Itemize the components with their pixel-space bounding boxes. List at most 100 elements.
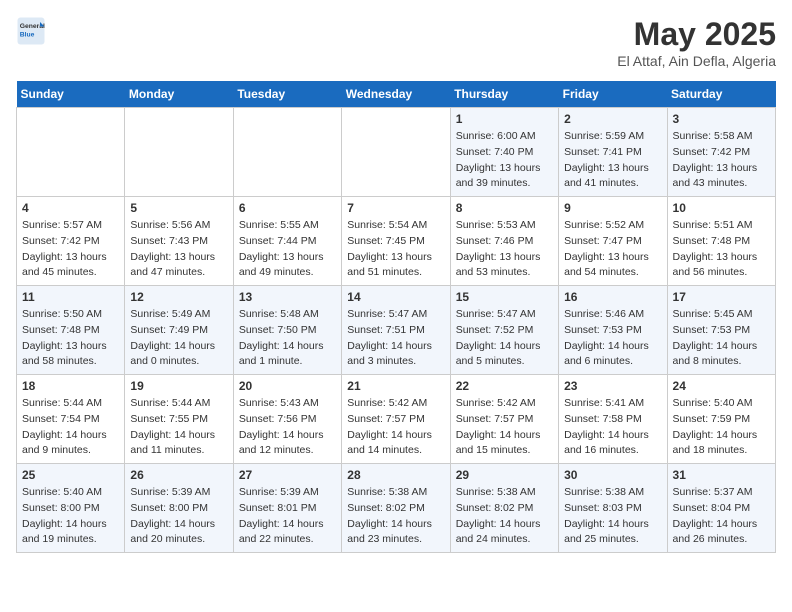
day-info: Sunrise: 5:39 AMSunset: 8:00 PMDaylight:…	[130, 485, 227, 548]
day-info: Sunrise: 5:55 AMSunset: 7:44 PMDaylight:…	[239, 218, 336, 281]
day-info: Sunrise: 5:59 AMSunset: 7:41 PMDaylight:…	[564, 129, 661, 192]
day-info: Sunrise: 5:44 AMSunset: 7:55 PMDaylight:…	[130, 396, 227, 459]
day-number: 20	[239, 379, 336, 393]
day-info: Sunrise: 5:45 AMSunset: 7:53 PMDaylight:…	[673, 307, 770, 370]
day-info: Sunrise: 5:53 AMSunset: 7:46 PMDaylight:…	[456, 218, 553, 281]
day-number: 14	[347, 290, 444, 304]
day-info: Sunrise: 5:40 AMSunset: 8:00 PMDaylight:…	[22, 485, 119, 548]
header-thursday: Thursday	[450, 81, 558, 108]
day-info: Sunrise: 5:43 AMSunset: 7:56 PMDaylight:…	[239, 396, 336, 459]
day-info: Sunrise: 5:47 AMSunset: 7:52 PMDaylight:…	[456, 307, 553, 370]
calendar-week-5: 25 Sunrise: 5:40 AMSunset: 8:00 PMDayligh…	[17, 464, 776, 553]
day-info: Sunrise: 5:40 AMSunset: 7:59 PMDaylight:…	[673, 396, 770, 459]
day-number: 3	[673, 112, 770, 126]
day-number: 11	[22, 290, 119, 304]
calendar-cell: 31 Sunrise: 5:37 AMSunset: 8:04 PMDayligh…	[667, 464, 775, 553]
day-info: Sunrise: 5:50 AMSunset: 7:48 PMDaylight:…	[22, 307, 119, 370]
calendar-cell: 4 Sunrise: 5:57 AMSunset: 7:42 PMDaylight…	[17, 197, 125, 286]
day-number: 2	[564, 112, 661, 126]
calendar-cell: 6 Sunrise: 5:55 AMSunset: 7:44 PMDaylight…	[233, 197, 341, 286]
logo-icon: General Blue	[16, 16, 46, 46]
calendar-cell: 23Sunrise: 5:41 AMSunset: 7:58 PMDayligh…	[559, 375, 667, 464]
calendar-cell: 13 Sunrise: 5:48 AMSunset: 7:50 PMDayligh…	[233, 286, 341, 375]
day-number: 21	[347, 379, 444, 393]
calendar-cell: 20 Sunrise: 5:43 AMSunset: 7:56 PMDayligh…	[233, 375, 341, 464]
day-number: 31	[673, 468, 770, 482]
calendar-cell: 7 Sunrise: 5:54 AMSunset: 7:45 PMDaylight…	[342, 197, 450, 286]
calendar-table: SundayMondayTuesdayWednesdayThursdayFrid…	[16, 81, 776, 553]
calendar-header-row: SundayMondayTuesdayWednesdayThursdayFrid…	[17, 81, 776, 108]
header-saturday: Saturday	[667, 81, 775, 108]
day-info: Sunrise: 5:44 AMSunset: 7:54 PMDaylight:…	[22, 396, 119, 459]
calendar-cell: 12 Sunrise: 5:49 AMSunset: 7:49 PMDayligh…	[125, 286, 233, 375]
day-number: 24	[673, 379, 770, 393]
day-number: 18	[22, 379, 119, 393]
calendar-week-2: 4 Sunrise: 5:57 AMSunset: 7:42 PMDaylight…	[17, 197, 776, 286]
day-number: 8	[456, 201, 553, 215]
header-monday: Monday	[125, 81, 233, 108]
calendar-cell: 17 Sunrise: 5:45 AMSunset: 7:53 PMDayligh…	[667, 286, 775, 375]
calendar-cell: 8 Sunrise: 5:53 AMSunset: 7:46 PMDaylight…	[450, 197, 558, 286]
day-number: 15	[456, 290, 553, 304]
header-tuesday: Tuesday	[233, 81, 341, 108]
calendar-cell: 5Sunrise: 5:56 AMSunset: 7:43 PMDaylight…	[125, 197, 233, 286]
day-info: Sunrise: 5:37 AMSunset: 8:04 PMDaylight:…	[673, 485, 770, 548]
calendar-title: May 2025	[617, 16, 776, 53]
calendar-cell: 25 Sunrise: 5:40 AMSunset: 8:00 PMDayligh…	[17, 464, 125, 553]
day-info: Sunrise: 5:38 AMSunset: 8:02 PMDaylight:…	[347, 485, 444, 548]
header-wednesday: Wednesday	[342, 81, 450, 108]
day-info: Sunrise: 6:00 AMSunset: 7:40 PMDaylight:…	[456, 129, 553, 192]
calendar-cell: 27Sunrise: 5:39 AMSunset: 8:01 PMDayligh…	[233, 464, 341, 553]
day-info: Sunrise: 5:39 AMSunset: 8:01 PMDaylight:…	[239, 485, 336, 548]
day-info: Sunrise: 5:54 AMSunset: 7:45 PMDaylight:…	[347, 218, 444, 281]
calendar-cell: 30 Sunrise: 5:38 AMSunset: 8:03 PMDayligh…	[559, 464, 667, 553]
day-info: Sunrise: 5:38 AMSunset: 8:03 PMDaylight:…	[564, 485, 661, 548]
calendar-cell: 16 Sunrise: 5:46 AMSunset: 7:53 PMDayligh…	[559, 286, 667, 375]
calendar-cell: 18 Sunrise: 5:44 AMSunset: 7:54 PMDayligh…	[17, 375, 125, 464]
calendar-cell: 19Sunrise: 5:44 AMSunset: 7:55 PMDayligh…	[125, 375, 233, 464]
day-number: 12	[130, 290, 227, 304]
day-info: Sunrise: 5:48 AMSunset: 7:50 PMDaylight:…	[239, 307, 336, 370]
calendar-week-4: 18 Sunrise: 5:44 AMSunset: 7:54 PMDayligh…	[17, 375, 776, 464]
day-number: 29	[456, 468, 553, 482]
calendar-cell: 15 Sunrise: 5:47 AMSunset: 7:52 PMDayligh…	[450, 286, 558, 375]
day-number: 4	[22, 201, 119, 215]
calendar-subtitle: El Attaf, Ain Defla, Algeria	[617, 53, 776, 69]
calendar-cell: 24 Sunrise: 5:40 AMSunset: 7:59 PMDayligh…	[667, 375, 775, 464]
day-info: Sunrise: 5:47 AMSunset: 7:51 PMDaylight:…	[347, 307, 444, 370]
day-number: 16	[564, 290, 661, 304]
calendar-cell: 14 Sunrise: 5:47 AMSunset: 7:51 PMDayligh…	[342, 286, 450, 375]
day-number: 1	[456, 112, 553, 126]
day-number: 17	[673, 290, 770, 304]
day-number: 13	[239, 290, 336, 304]
calendar-cell: 9Sunrise: 5:52 AMSunset: 7:47 PMDaylight…	[559, 197, 667, 286]
day-number: 25	[22, 468, 119, 482]
calendar-cell: 2 Sunrise: 5:59 AMSunset: 7:41 PMDaylight…	[559, 108, 667, 197]
calendar-cell	[233, 108, 341, 197]
day-number: 10	[673, 201, 770, 215]
day-number: 26	[130, 468, 227, 482]
day-info: Sunrise: 5:46 AMSunset: 7:53 PMDaylight:…	[564, 307, 661, 370]
day-number: 7	[347, 201, 444, 215]
day-number: 28	[347, 468, 444, 482]
calendar-cell: 3 Sunrise: 5:58 AMSunset: 7:42 PMDaylight…	[667, 108, 775, 197]
title-block: May 2025 El Attaf, Ain Defla, Algeria	[617, 16, 776, 69]
calendar-cell: 29Sunrise: 5:38 AMSunset: 8:02 PMDayligh…	[450, 464, 558, 553]
calendar-cell: 10 Sunrise: 5:51 AMSunset: 7:48 PMDayligh…	[667, 197, 775, 286]
calendar-cell: 28 Sunrise: 5:38 AMSunset: 8:02 PMDayligh…	[342, 464, 450, 553]
day-info: Sunrise: 5:57 AMSunset: 7:42 PMDaylight:…	[22, 218, 119, 281]
calendar-cell: 22 Sunrise: 5:42 AMSunset: 7:57 PMDayligh…	[450, 375, 558, 464]
day-info: Sunrise: 5:42 AMSunset: 7:57 PMDaylight:…	[456, 396, 553, 459]
calendar-week-1: 1 Sunrise: 6:00 AMSunset: 7:40 PMDaylight…	[17, 108, 776, 197]
day-info: Sunrise: 5:52 AMSunset: 7:47 PMDaylight:…	[564, 218, 661, 281]
day-info: Sunrise: 5:51 AMSunset: 7:48 PMDaylight:…	[673, 218, 770, 281]
calendar-cell	[125, 108, 233, 197]
logo: General Blue	[16, 16, 46, 46]
day-number: 6	[239, 201, 336, 215]
calendar-cell	[17, 108, 125, 197]
day-number: 22	[456, 379, 553, 393]
calendar-cell: 21Sunrise: 5:42 AMSunset: 7:57 PMDayligh…	[342, 375, 450, 464]
day-number: 30	[564, 468, 661, 482]
day-info: Sunrise: 5:49 AMSunset: 7:49 PMDaylight:…	[130, 307, 227, 370]
day-info: Sunrise: 5:58 AMSunset: 7:42 PMDaylight:…	[673, 129, 770, 192]
